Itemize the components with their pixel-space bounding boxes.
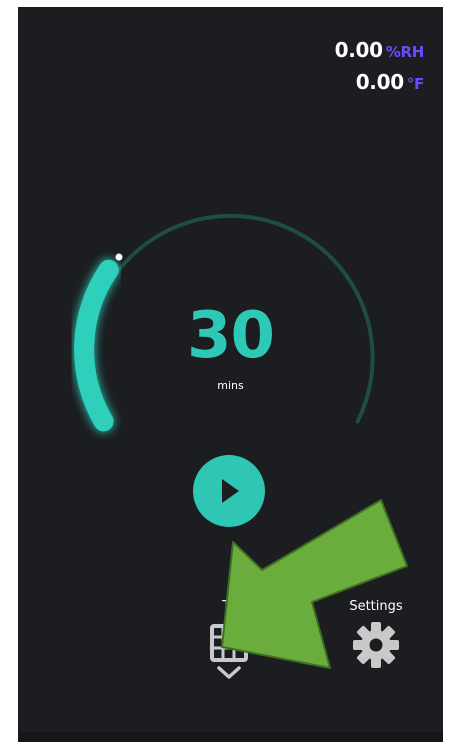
phone-screen: 0.00 %RH 0.00 °F 30 mins Te Settings: [18, 7, 443, 742]
play-icon: [222, 479, 239, 503]
nav-temperature-label: Te: [222, 599, 236, 614]
timer-value: 30: [186, 299, 275, 373]
timer-unit: mins: [217, 379, 244, 392]
table-chevron-icon: [210, 624, 248, 679]
nav-settings-tab[interactable]: Settings: [340, 599, 412, 670]
nav-settings-label: Settings: [349, 599, 403, 614]
dial-handle[interactable]: [115, 253, 123, 261]
gear-icon: [353, 622, 399, 668]
nav-temperature-tab[interactable]: Te: [193, 599, 265, 686]
play-button[interactable]: [193, 455, 265, 527]
